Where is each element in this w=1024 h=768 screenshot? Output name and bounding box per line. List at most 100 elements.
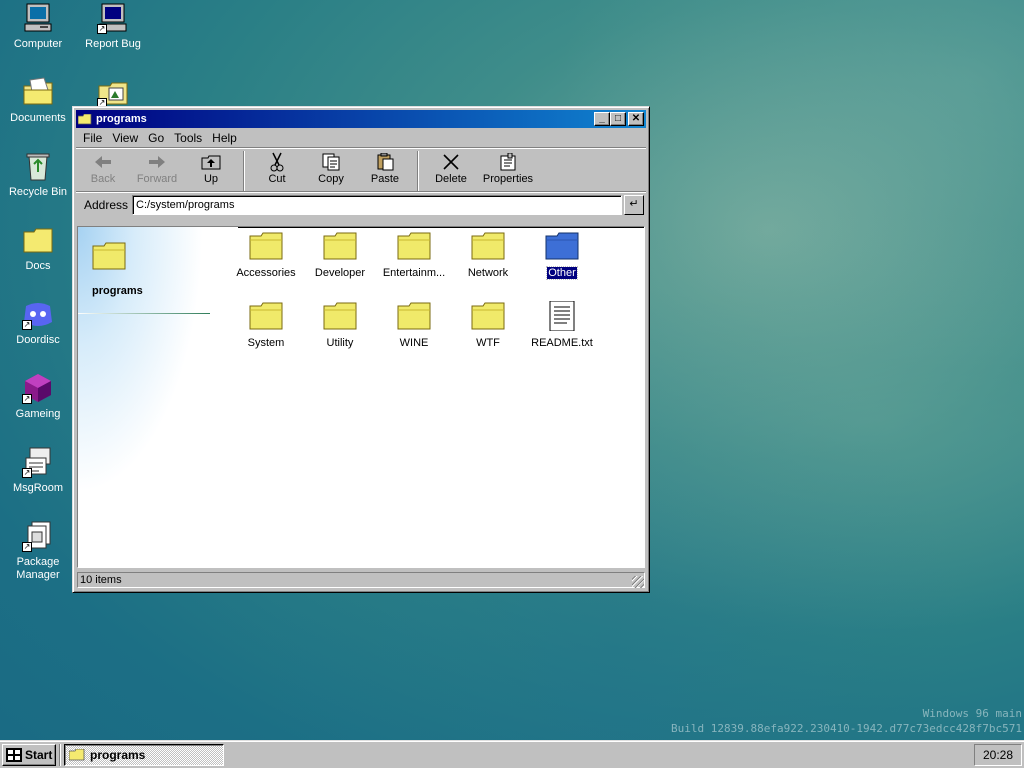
menu-view[interactable]: View	[107, 131, 143, 145]
taskbar-window-button[interactable]: programs	[64, 743, 224, 766]
scissors-icon	[250, 151, 304, 173]
file-item-readme[interactable]: README.txt	[524, 300, 600, 349]
desktop-icon-package-manager[interactable]: ↗ Package Manager	[0, 520, 76, 582]
desktop-icon-label: Computer	[13, 38, 63, 50]
text-file-icon	[545, 300, 579, 332]
taskbar-separator	[59, 743, 61, 766]
folder-icon	[397, 301, 431, 331]
item-label: Other	[546, 266, 578, 280]
folder-icon	[471, 301, 505, 331]
back-label: Back	[90, 173, 116, 185]
desktop-icon-label: Report Bug	[85, 38, 141, 50]
go-button[interactable]: ↵	[624, 195, 644, 215]
folder-icon	[22, 224, 54, 256]
desktop-icon-computer[interactable]: Computer	[0, 2, 76, 51]
properties-icon	[478, 151, 538, 173]
delete-button[interactable]: Delete	[424, 151, 478, 185]
folder-item-wtf[interactable]: WTF	[450, 301, 526, 349]
item-label: System	[247, 337, 285, 349]
desktop-icon-docs[interactable]: Docs	[0, 224, 76, 273]
report-bug-icon: ↗	[97, 2, 129, 34]
shortcut-arrow-icon: ↗	[22, 468, 32, 478]
item-label: README.txt	[531, 337, 593, 349]
folder-item-system[interactable]: System	[228, 301, 304, 349]
desktop-icon-report-bug[interactable]: ↗ Report Bug	[75, 2, 151, 51]
desktop-icon-label: MsgRoom	[12, 482, 64, 494]
window-titlebar[interactable]: programs _ □ ✕	[76, 110, 646, 128]
desktop-icon-gameing[interactable]: ↗ Gameing	[0, 372, 76, 421]
toolbar-separator	[417, 151, 419, 191]
desktop-icon-recycle-bin[interactable]: Recycle Bin	[0, 150, 76, 199]
forward-label: Forward	[136, 173, 178, 185]
copy-icon	[304, 151, 358, 173]
recycle-bin-icon	[22, 150, 54, 182]
watermark-line-2: Build 12839.88efa922.230410-1942.d77c73e…	[671, 722, 1022, 735]
paste-button[interactable]: Paste	[358, 151, 412, 185]
folder-icon	[545, 231, 579, 261]
program-shortcut-icon: ↗	[97, 76, 129, 108]
item-label: Utility	[326, 337, 354, 349]
file-view[interactable]: programs Accessories Developer Entertain…	[77, 226, 645, 568]
delete-label: Delete	[435, 173, 467, 185]
folder-item-entertainment[interactable]: Entertainm...	[376, 231, 452, 279]
menu-go[interactable]: Go	[143, 131, 169, 145]
folder-item-network[interactable]: Network	[450, 231, 526, 279]
folder-item-other[interactable]: Other	[524, 231, 600, 280]
address-input[interactable]: C:/system/programs	[132, 195, 622, 215]
copy-button[interactable]: Copy	[304, 151, 358, 185]
folder-icon	[249, 301, 283, 331]
menu-tools[interactable]: Tools	[169, 131, 207, 145]
properties-label: Properties	[482, 173, 534, 185]
desktop-icon-doordisc[interactable]: ↗ Doordisc	[0, 298, 76, 347]
up-folder-icon	[184, 151, 238, 173]
documents-icon	[22, 76, 54, 108]
computer-icon	[22, 2, 54, 34]
cut-button[interactable]: Cut	[250, 151, 304, 185]
pane-title: programs	[92, 285, 143, 297]
folder-item-developer[interactable]: Developer	[302, 231, 378, 279]
start-label: Start	[25, 747, 53, 762]
close-button[interactable]: ✕	[628, 112, 644, 126]
address-bar: Address C:/system/programs ↵	[76, 192, 646, 218]
build-watermark: Windows 96 main Build 12839.88efa922.230…	[671, 706, 1022, 736]
menu-file[interactable]: File	[78, 131, 107, 145]
gameing-icon: ↗	[22, 372, 54, 404]
paste-icon	[358, 151, 412, 173]
folder-icon	[397, 231, 431, 261]
back-button[interactable]: Back	[76, 151, 130, 185]
desktop-icon-documents[interactable]: Documents	[0, 76, 76, 125]
item-label: Network	[467, 267, 509, 279]
folder-icon	[68, 748, 85, 761]
paste-label: Paste	[370, 173, 400, 185]
folder-item-wine[interactable]: WINE	[376, 301, 452, 349]
folder-item-utility[interactable]: Utility	[302, 301, 378, 349]
forward-arrow-icon	[130, 151, 184, 173]
close-icon: ✕	[631, 113, 641, 124]
menu-help[interactable]: Help	[207, 131, 242, 145]
window-title: programs	[96, 113, 147, 125]
shortcut-arrow-icon: ↗	[22, 542, 32, 552]
folder-icon	[471, 231, 505, 261]
resize-grip-icon[interactable]	[632, 576, 644, 588]
properties-button[interactable]: Properties	[478, 151, 538, 185]
folder-icon	[323, 231, 357, 261]
enter-arrow-icon: ↵	[629, 198, 639, 210]
start-button[interactable]: Start	[2, 743, 56, 766]
desktop-icon-label: Documents	[10, 112, 66, 124]
shortcut-arrow-icon: ↗	[22, 320, 32, 330]
folder-item-accessories[interactable]: Accessories	[228, 231, 304, 279]
item-label: Entertainm...	[382, 267, 446, 279]
up-button[interactable]: Up	[184, 151, 238, 185]
back-arrow-icon	[76, 151, 130, 173]
minimize-button[interactable]: _	[594, 112, 610, 126]
desktop-icon-msgroom[interactable]: ↗ MsgRoom	[0, 446, 76, 495]
start-logo-icon	[6, 747, 22, 762]
package-manager-icon: ↗	[22, 520, 54, 552]
maximize-button[interactable]: □	[610, 112, 626, 126]
doordisc-icon: ↗	[22, 298, 54, 330]
status-bar: 10 items	[77, 571, 645, 589]
item-label: WTF	[476, 337, 500, 349]
forward-button[interactable]: Forward	[130, 151, 184, 185]
clock[interactable]: 20:28	[983, 748, 1013, 762]
explorer-window[interactable]: programs _ □ ✕ File View Go Tools Help B…	[72, 106, 650, 593]
